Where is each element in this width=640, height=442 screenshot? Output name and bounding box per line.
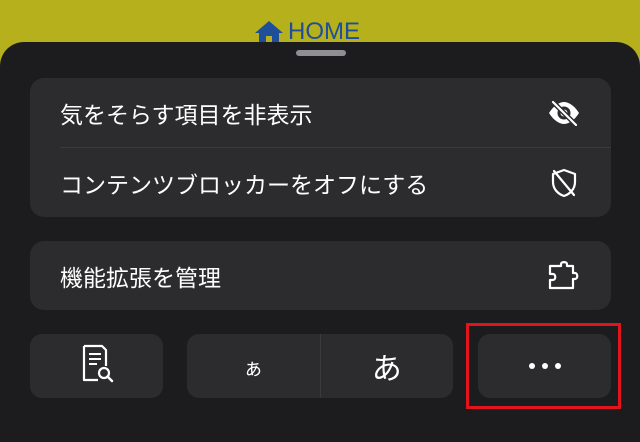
decrease-text-size-button[interactable]: ぁ [187,334,320,398]
reader-view-button[interactable] [30,334,163,398]
house-icon [255,21,283,43]
options-sheet: 気をそらす項目を非表示 コンテンツブロッカーをオフにする 機能拡張を管理 ぁ あ [0,42,640,442]
doc-magnifier-icon [80,344,114,388]
puzzle-piece-icon [547,259,581,293]
hide-distracting-items-label: 気をそらす項目を非表示 [60,102,313,129]
manage-extensions-row[interactable]: 機能拡張を管理 [30,241,611,310]
manage-extensions-label: 機能拡張を管理 [60,265,221,292]
hide-distracting-items-row[interactable]: 気をそらす項目を非表示 [30,78,611,147]
text-size-control: ぁ あ [187,334,453,398]
menu-group-extensions: 機能拡張を管理 [30,241,611,310]
turn-off-content-blockers-label: コンテンツブロッカーをオフにする [60,172,429,199]
menu-group-page-options: 気をそらす項目を非表示 コンテンツブロッカーをオフにする [30,78,611,217]
ellipsis-icon [528,363,561,369]
turn-off-content-blockers-row[interactable]: コンテンツブロッカーをオフにする [30,148,611,217]
more-button[interactable] [478,334,611,398]
shield-slash-icon [547,166,581,200]
increase-text-size-button[interactable]: あ [321,334,454,398]
sheet-grabber[interactable] [296,50,346,56]
eye-slash-icon [547,96,581,130]
